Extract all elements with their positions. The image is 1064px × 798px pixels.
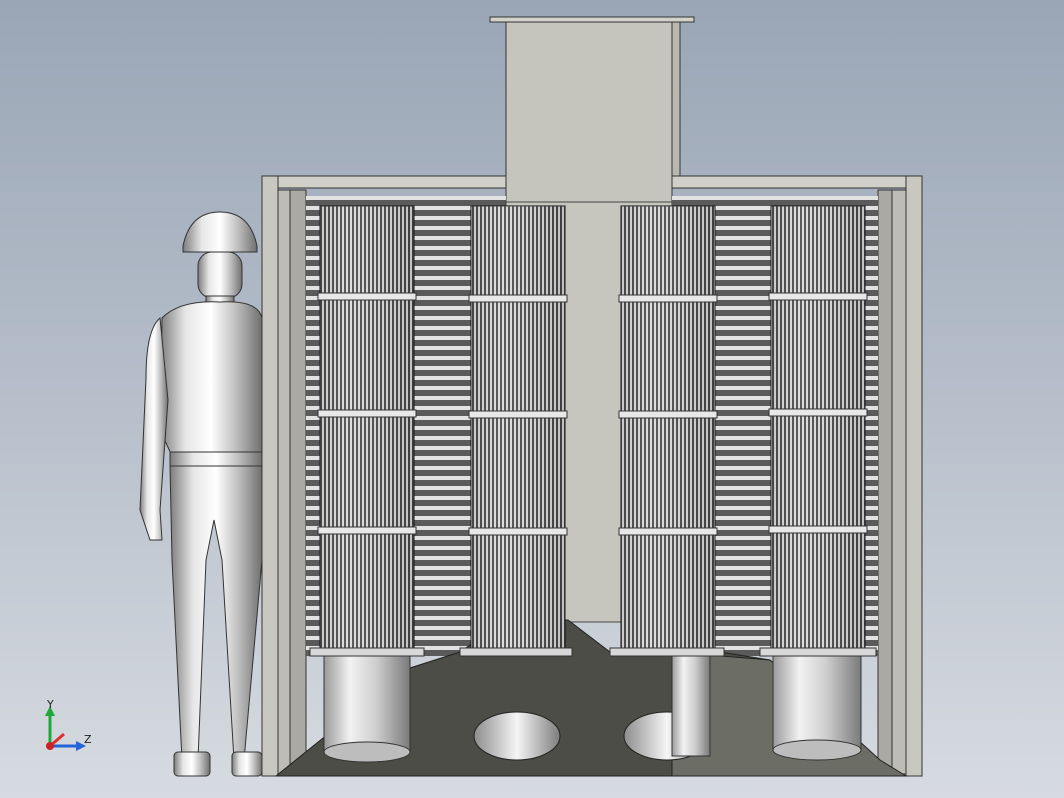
filter-cartridge-1[interactable] [309, 205, 425, 657]
outlet-duct[interactable] [489, 16, 695, 203]
z-axis-label: Z [84, 733, 92, 746]
filter-cartridge-4[interactable] [759, 205, 877, 657]
filter-cartridge-3[interactable] [609, 205, 725, 657]
cad-viewport[interactable] [0, 0, 1064, 798]
discharge-tube-4[interactable] [772, 655, 862, 761]
human-scale-figure[interactable] [139, 211, 263, 777]
hopper-opening-2[interactable] [473, 711, 561, 761]
y-axis-label: Y [47, 698, 54, 711]
coordinate-axis-triad: Y Z [38, 698, 98, 755]
discharge-tube-1[interactable] [323, 655, 411, 763]
filter-cartridge-2[interactable] [459, 205, 573, 657]
